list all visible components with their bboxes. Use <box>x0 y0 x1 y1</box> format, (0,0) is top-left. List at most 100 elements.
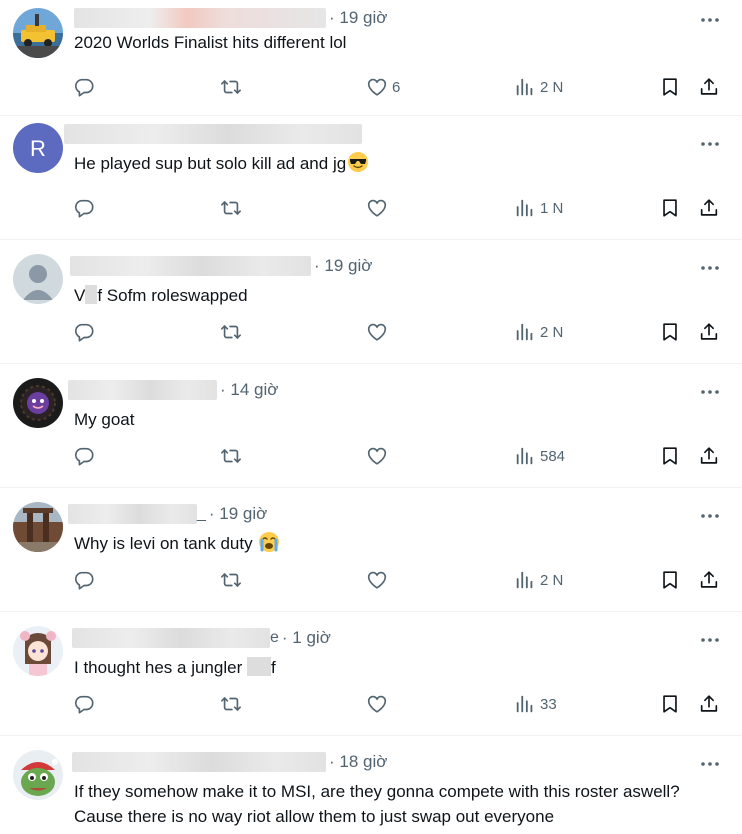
like-button[interactable] <box>366 197 392 219</box>
more-icon[interactable] <box>698 8 722 32</box>
view-count: 1 N <box>540 199 564 217</box>
reply-post[interactable]: R He played sup but solo kill ad and jg … <box>0 116 742 240</box>
post-header <box>64 122 365 146</box>
views-button[interactable]: 1 N <box>514 197 563 219</box>
user-avatar[interactable] <box>13 8 63 58</box>
username-redacted[interactable] <box>72 752 326 772</box>
bookmark-button[interactable] <box>659 197 681 219</box>
bookmark-button[interactable] <box>659 321 681 343</box>
reply-button[interactable] <box>73 445 95 467</box>
share-icon <box>698 321 720 343</box>
retweet-button[interactable] <box>220 197 242 219</box>
post-text-content: Why is levi on tank duty <box>74 534 253 553</box>
reply-post[interactable]: e · 1 giờ I thought hes a jungler f 33 <box>0 612 742 736</box>
like-button[interactable]: 6 <box>366 76 400 98</box>
reply-button[interactable] <box>73 693 95 715</box>
user-avatar[interactable] <box>13 626 63 676</box>
post-time[interactable]: · 19 giờ <box>209 504 267 524</box>
more-icon[interactable] <box>698 380 722 404</box>
action-bar: 1 N <box>0 189 742 229</box>
user-avatar[interactable] <box>13 750 63 800</box>
like-button[interactable] <box>366 445 392 467</box>
like-button[interactable] <box>366 693 392 715</box>
post-time[interactable]: · 18 giờ <box>329 752 387 772</box>
share-button[interactable] <box>698 321 720 343</box>
reply-post[interactable]: · 18 giờ If they somehow make it to MSI,… <box>0 736 742 834</box>
username-redacted[interactable] <box>64 124 362 144</box>
share-icon <box>698 76 720 98</box>
action-bar: 584 <box>0 437 742 477</box>
like-button[interactable] <box>366 569 392 591</box>
reply-icon <box>73 693 95 715</box>
views-button[interactable]: 584 <box>514 445 565 467</box>
share-button[interactable] <box>698 569 720 591</box>
reply-post[interactable]: · 14 giờ My goat 584 <box>0 364 742 488</box>
reply-button[interactable] <box>73 76 95 98</box>
avatar-letter: R <box>30 136 46 161</box>
view-count: 33 <box>540 695 557 713</box>
post-text-content: He played sup but solo kill ad and jg <box>74 154 347 173</box>
username-redacted[interactable] <box>68 504 197 524</box>
heart-icon <box>366 569 388 591</box>
username-redacted[interactable] <box>68 380 217 400</box>
more-icon[interactable] <box>698 504 722 528</box>
reply-button[interactable] <box>73 197 95 219</box>
reply-button[interactable] <box>73 569 95 591</box>
bookmark-button[interactable] <box>659 569 681 591</box>
retweet-button[interactable] <box>220 321 242 343</box>
post-text: Vf Sofm roleswapped <box>74 283 712 308</box>
reply-feed: · 19 giờ 2020 Worlds Finalist hits diffe… <box>0 0 742 834</box>
bookmark-button[interactable] <box>659 445 681 467</box>
action-bar: 2 N <box>0 313 742 353</box>
views-icon <box>514 321 536 343</box>
retweet-button[interactable] <box>220 569 242 591</box>
bookmark-button[interactable] <box>659 76 681 98</box>
user-avatar[interactable] <box>13 254 63 304</box>
bookmark-icon <box>659 76 681 98</box>
reply-button[interactable] <box>73 321 95 343</box>
retweet-button[interactable] <box>220 445 242 467</box>
post-time[interactable]: · 1 giờ <box>282 628 331 648</box>
more-icon[interactable] <box>698 256 722 280</box>
more-icon[interactable] <box>698 628 722 652</box>
post-time[interactable]: · 14 giờ <box>220 380 278 400</box>
reply-post[interactable]: · 19 giờ 2020 Worlds Finalist hits diffe… <box>0 0 742 116</box>
like-button[interactable] <box>366 321 392 343</box>
views-icon <box>514 693 536 715</box>
share-icon <box>698 197 720 219</box>
share-button[interactable] <box>698 445 720 467</box>
reply-post[interactable]: · 19 giờ Vf Sofm roleswapped 2 N <box>0 240 742 364</box>
bookmark-icon <box>659 321 681 343</box>
share-button[interactable] <box>698 76 720 98</box>
post-header: · 19 giờ <box>70 254 372 278</box>
user-avatar[interactable]: R <box>13 123 63 173</box>
username-redacted[interactable] <box>74 8 326 28</box>
views-button[interactable]: 2 N <box>514 321 563 343</box>
reply-post[interactable]: _ · 19 giờ Why is levi on tank duty 2 N <box>0 488 742 612</box>
share-button[interactable] <box>698 693 720 715</box>
reply-icon <box>73 76 95 98</box>
heart-icon <box>366 76 388 98</box>
views-icon <box>514 197 536 219</box>
action-bar: 6 2 N <box>0 68 742 108</box>
post-text: I thought hes a jungler f <box>74 655 712 680</box>
more-icon[interactable] <box>698 752 722 776</box>
bookmark-icon <box>659 569 681 591</box>
views-button[interactable]: 2 N <box>514 569 563 591</box>
retweet-icon <box>220 693 242 715</box>
post-time[interactable]: · 19 giờ <box>314 256 372 276</box>
bookmark-icon <box>659 693 681 715</box>
retweet-button[interactable] <box>220 76 242 98</box>
retweet-button[interactable] <box>220 693 242 715</box>
heart-icon <box>366 445 388 467</box>
post-time[interactable]: · 19 giờ <box>329 8 387 28</box>
view-count: 2 N <box>540 323 564 341</box>
views-button[interactable]: 33 <box>514 693 557 715</box>
user-avatar[interactable] <box>13 378 63 428</box>
username-redacted[interactable] <box>70 256 311 276</box>
user-avatar[interactable] <box>13 502 63 552</box>
share-button[interactable] <box>698 197 720 219</box>
bookmark-button[interactable] <box>659 693 681 715</box>
username-redacted[interactable] <box>72 628 270 648</box>
views-button[interactable]: 2 N <box>514 76 563 98</box>
